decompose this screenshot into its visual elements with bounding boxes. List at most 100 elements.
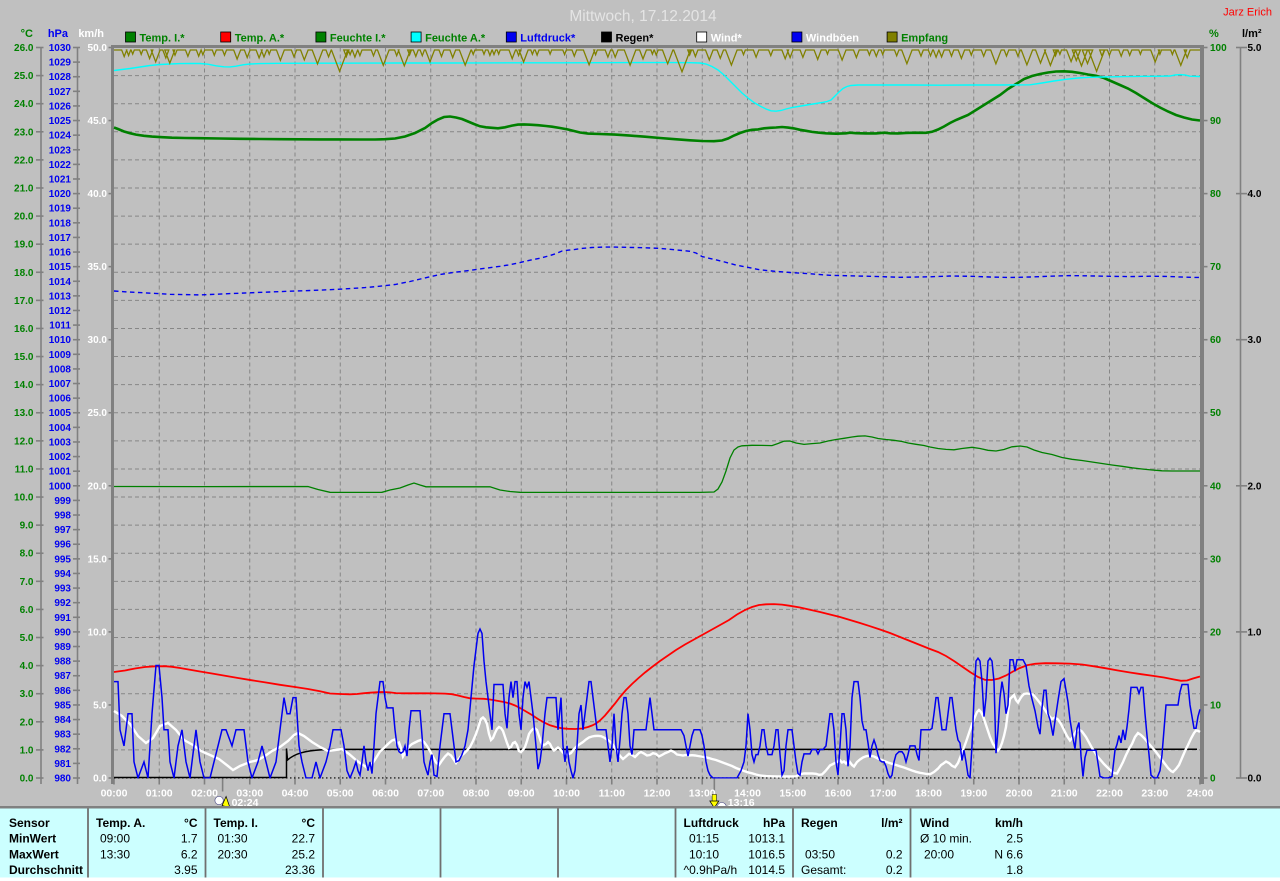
svg-text:986: 986 [54,686,71,697]
svg-text:50.0: 50.0 [88,43,108,54]
svg-text:Windböen: Windböen [806,33,859,45]
svg-text:3.0: 3.0 [20,689,34,700]
svg-text:l/m²: l/m² [881,816,902,830]
svg-text:1001: 1001 [49,467,72,478]
svg-text:989: 989 [54,642,71,653]
svg-text:10.0: 10.0 [88,627,108,638]
svg-text:MaxWert: MaxWert [9,847,59,861]
svg-text:22.7: 22.7 [292,832,316,846]
svg-text:Feuchte I.*: Feuchte I.* [330,33,386,45]
svg-text:15:00: 15:00 [779,788,806,800]
svg-text:1018: 1018 [49,218,72,229]
svg-text:%: % [1209,28,1219,40]
svg-text:02:00: 02:00 [191,788,218,800]
svg-text:4.0: 4.0 [1248,189,1262,200]
svg-text:13.0: 13.0 [14,408,34,419]
svg-text:20.0: 20.0 [14,212,34,223]
svg-text:°C: °C [21,28,33,40]
svg-text:05:00: 05:00 [327,788,354,800]
svg-text:1.0: 1.0 [20,745,34,756]
svg-text:1026: 1026 [49,101,72,112]
svg-text:19:00: 19:00 [960,788,987,800]
svg-text:01:30: 01:30 [218,832,248,846]
svg-text:22.0: 22.0 [14,155,34,166]
svg-text:1005: 1005 [49,408,72,419]
svg-text:01:15: 01:15 [689,832,719,846]
svg-text:50: 50 [1210,408,1222,419]
svg-text:60: 60 [1210,335,1222,346]
svg-text:09:00: 09:00 [508,788,535,800]
svg-text:22:00: 22:00 [1096,788,1123,800]
svg-text:2.0: 2.0 [1248,481,1262,492]
svg-text:993: 993 [54,584,71,595]
svg-text:1027: 1027 [49,87,72,98]
svg-text:21.0: 21.0 [14,184,34,195]
svg-text:1010: 1010 [49,335,72,346]
svg-text:hPa: hPa [763,816,785,830]
svg-text:°C: °C [302,816,316,830]
svg-text:996: 996 [54,540,71,551]
svg-text:2.0: 2.0 [20,717,34,728]
svg-text:23.36: 23.36 [285,863,315,877]
svg-text:11.0: 11.0 [15,464,34,475]
svg-text:13:30: 13:30 [100,847,130,861]
svg-text:Durchschnitt: Durchschnitt [9,863,83,877]
svg-text:20: 20 [1210,627,1222,638]
svg-text:994: 994 [54,569,71,580]
svg-text:984: 984 [54,715,71,726]
svg-text:1022: 1022 [49,160,72,171]
svg-text:1009: 1009 [49,350,72,361]
svg-text:17.0: 17.0 [14,296,34,307]
svg-text:Temp. I.*: Temp. I.* [140,33,186,45]
svg-text:1011: 1011 [49,321,71,332]
svg-text:18:00: 18:00 [915,788,942,800]
svg-text:25.2: 25.2 [292,847,316,861]
svg-text:12.0: 12.0 [14,436,34,447]
svg-text:1017: 1017 [49,233,72,244]
svg-text:15.0: 15.0 [14,352,34,363]
svg-text:Empfang: Empfang [901,33,948,45]
svg-text:Regen*: Regen* [616,33,655,45]
svg-text:9.0: 9.0 [20,521,34,532]
svg-text:11:00: 11:00 [599,788,625,800]
svg-text:15.0: 15.0 [88,554,108,565]
svg-text:21:00: 21:00 [1051,788,1078,800]
svg-text:MinWert: MinWert [9,832,56,846]
svg-text:999: 999 [54,496,71,507]
svg-text:23.0: 23.0 [14,127,34,138]
svg-text:04:00: 04:00 [282,788,309,800]
svg-text:1016: 1016 [49,248,72,259]
svg-text:987: 987 [54,671,71,682]
svg-text:997: 997 [54,525,71,536]
svg-text:1029: 1029 [49,58,72,69]
svg-text:Ø 10 min.: Ø 10 min. [920,832,972,846]
svg-text:70: 70 [1210,262,1222,273]
svg-text:1030: 1030 [49,43,72,54]
svg-text:4.0: 4.0 [20,661,34,672]
svg-text:980: 980 [54,774,71,785]
svg-text:10.0: 10.0 [14,493,34,504]
svg-text:12:00: 12:00 [644,788,671,800]
svg-text:5.0: 5.0 [93,701,107,712]
svg-text:Sensor: Sensor [9,816,50,830]
svg-text:30.0: 30.0 [88,335,108,346]
svg-text:1006: 1006 [49,394,72,405]
svg-text:08:00: 08:00 [463,788,490,800]
svg-text:990: 990 [54,627,71,638]
svg-text:3.95: 3.95 [174,863,198,877]
svg-text:10: 10 [1210,701,1222,712]
svg-text:10:10: 10:10 [689,847,719,861]
svg-text:00:00: 00:00 [101,788,128,800]
svg-text:l/m²: l/m² [1242,28,1262,40]
svg-text:991: 991 [54,613,71,624]
svg-text:20.0: 20.0 [88,481,108,492]
svg-text:983: 983 [54,730,71,741]
svg-text:N 6.6: N 6.6 [994,847,1023,861]
svg-text:0.0: 0.0 [1248,774,1262,785]
svg-text:23:00: 23:00 [1141,788,1168,800]
svg-text:995: 995 [54,554,71,565]
svg-text:0.0: 0.0 [93,774,107,785]
svg-text:24:00: 24:00 [1187,788,1214,800]
svg-text:19.0: 19.0 [14,240,34,251]
svg-text:1004: 1004 [49,423,72,434]
